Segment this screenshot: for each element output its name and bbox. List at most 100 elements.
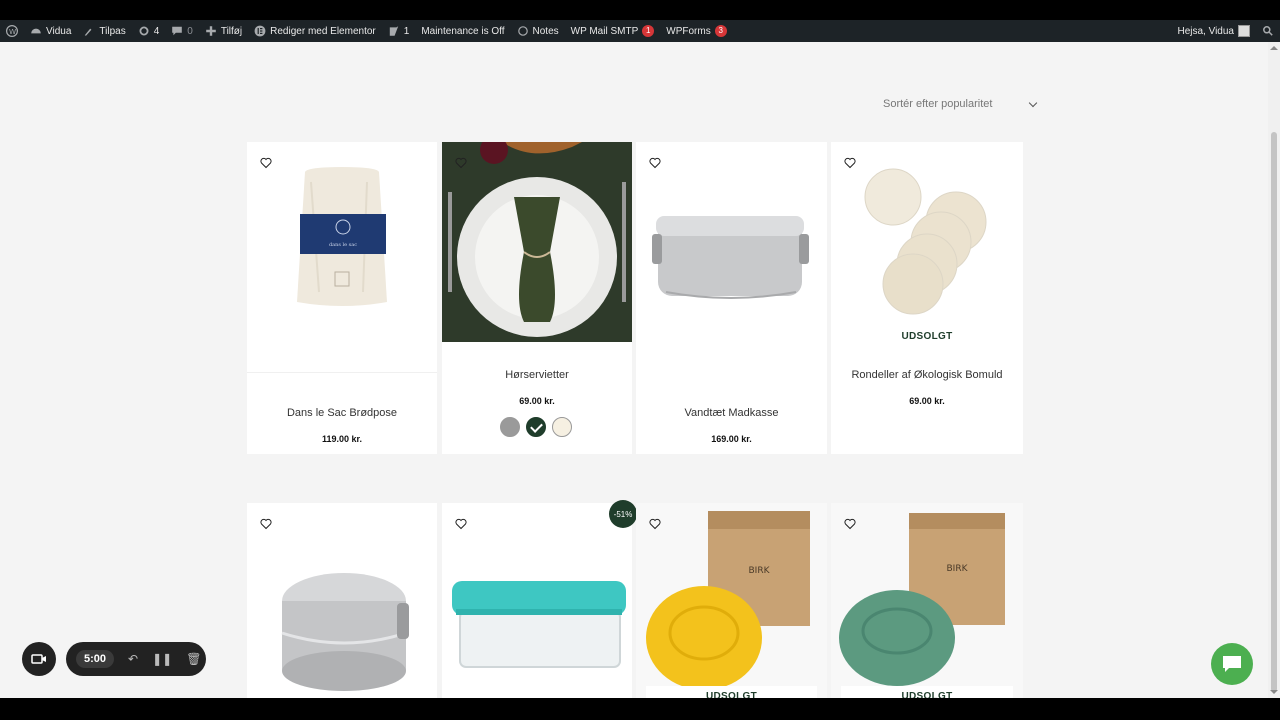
sort-dropdown[interactable]: Sortér efter popularitet <box>883 98 1038 110</box>
elementor-label: Rediger med Elementor <box>270 25 376 37</box>
notes-link[interactable]: Notes <box>511 20 565 42</box>
sort-label: Sortér efter popularitet <box>883 98 993 110</box>
product-price: 119.00 kr. <box>321 434 363 444</box>
avatar <box>1238 25 1250 37</box>
new-label: Tilføj <box>220 25 243 37</box>
site-name: Vidua <box>46 25 72 37</box>
scroll-down-arrow-icon[interactable] <box>1270 690 1278 694</box>
trash-icon[interactable]: 🗑 <box>186 652 201 666</box>
swatch-green-selected[interactable] <box>526 417 546 437</box>
maintenance-link[interactable]: Maintenance is Off <box>415 20 510 42</box>
plus-icon <box>206 26 216 36</box>
wishlist-heart-icon[interactable] <box>649 517 663 531</box>
smtp-badge: 1 <box>642 25 655 37</box>
yoast-count: 1 <box>403 25 410 37</box>
glass-container-image <box>442 503 632 698</box>
pause-icon[interactable]: ❚❚ <box>152 652 172 666</box>
sold-out-badge: UDSOLGT <box>841 686 1013 698</box>
dashboard-icon <box>31 28 41 34</box>
product-card-bread-bag[interactable]: dans le sac Dans le Sac Brødpose 119.00 … <box>247 142 437 454</box>
yoast-link[interactable]: 1 <box>382 20 416 42</box>
search-icon <box>1263 26 1273 36</box>
product-name[interactable]: Vandtæt Madkasse <box>636 407 827 419</box>
cotton-pads-image <box>831 142 1023 332</box>
undo-icon[interactable]: ↶ <box>128 652 138 666</box>
site-name-link[interactable]: Vidua <box>24 20 77 42</box>
shop-page: Sortér efter popularitet dans le sac Dan… <box>0 42 1268 698</box>
wpforms-link[interactable]: WPForms 3 <box>660 20 732 42</box>
updates-count: 4 <box>153 25 160 37</box>
product-name[interactable]: Hørservietter <box>442 369 632 381</box>
shampoo-bar-green-image: BIRK <box>831 503 1023 698</box>
recording-timer: 5:00 <box>76 650 115 668</box>
sold-out-badge: UDSOLGT <box>841 326 1013 348</box>
wpforms-badge: 3 <box>714 25 727 37</box>
comment-icon <box>172 26 183 36</box>
bread-bag-image: dans le sac <box>247 142 437 372</box>
wishlist-heart-icon[interactable] <box>455 156 469 170</box>
scroll-thumb[interactable] <box>1271 132 1277 692</box>
maintenance-label: Maintenance is Off <box>421 25 505 37</box>
product-card-cotton-pads[interactable]: UDSOLGT Rondeller af Økologisk Bomuld 69… <box>831 142 1023 454</box>
product-name[interactable]: Dans le Sac Brødpose <box>247 407 437 419</box>
notes-icon <box>517 26 528 36</box>
recording-controls: 5:00 ↶ ❚❚ 🗑 <box>66 642 206 676</box>
product-price: 69.00 kr. <box>909 396 945 406</box>
notes-label: Notes <box>532 25 559 37</box>
wishlist-heart-icon[interactable] <box>844 156 858 170</box>
recording-bottom-band <box>0 698 1280 720</box>
card-info-divider <box>247 372 437 373</box>
elementor-icon <box>254 25 266 37</box>
elementor-link[interactable]: Rediger med Elementor <box>248 20 382 42</box>
recording-top-band <box>0 0 1280 20</box>
bread-bag-logo-text: dans le sac <box>329 242 357 248</box>
chevron-down-icon <box>1029 98 1038 107</box>
page-scrollbar[interactable] <box>1268 42 1280 698</box>
product-card-shampoo-green[interactable]: BIRK UDSOLGT <box>831 503 1023 698</box>
chat-bubble-icon <box>1223 656 1241 672</box>
account-menu[interactable]: Hejsa, Vidua <box>1171 20 1256 42</box>
adminbar-search[interactable] <box>1256 20 1280 42</box>
product-card-lunchbox[interactable]: Vandtæt Madkasse 169.00 kr. <box>636 142 827 454</box>
product-price: 169.00 kr. <box>711 434 752 444</box>
product-card-shampoo-yellow[interactable]: BIRK UDSOLGT <box>636 503 827 698</box>
product-price: 69.00 kr. <box>519 396 555 406</box>
napkins-image <box>442 142 632 342</box>
product-card-round-lunchbox[interactable] <box>247 503 437 698</box>
color-swatches <box>500 417 572 437</box>
svg-text:W: W <box>9 27 16 36</box>
swatch-cream[interactable] <box>552 417 572 437</box>
wishlist-heart-icon[interactable] <box>260 517 274 531</box>
wordpress-logo[interactable]: W <box>0 20 24 42</box>
customize-link[interactable]: Tilpas <box>77 20 131 42</box>
wordpress-icon: W <box>6 25 18 37</box>
round-lunchbox-image <box>247 503 437 698</box>
wp-admin-bar: W Vidua Tilpas 4 0 Tilføj Rediger med El… <box>0 20 1280 42</box>
smtp-label: WP Mail SMTP <box>570 25 639 37</box>
comments-count: 0 <box>187 25 193 37</box>
smtp-link[interactable]: WP Mail SMTP 1 <box>565 20 661 42</box>
product-card-glass-container[interactable]: -51% <box>442 500 637 698</box>
wishlist-heart-icon[interactable] <box>844 517 858 531</box>
video-camera-icon <box>31 654 46 664</box>
greeting: Hejsa, Vidua <box>1177 25 1234 37</box>
wishlist-heart-icon[interactable] <box>455 517 469 531</box>
product-name[interactable]: Rondeller af Økologisk Bomuld <box>831 369 1023 381</box>
yoast-icon <box>389 26 398 36</box>
updates-link[interactable]: 4 <box>132 20 166 42</box>
discount-badge: -51% <box>609 500 637 528</box>
scroll-up-arrow-icon[interactable] <box>1270 46 1278 50</box>
comments-link[interactable]: 0 <box>165 20 199 42</box>
sold-out-badge: UDSOLGT <box>646 686 817 698</box>
brush-icon <box>85 28 92 36</box>
new-content-link[interactable]: Tilføj <box>199 20 248 42</box>
birk-logo-text: BIRK <box>947 564 969 574</box>
camera-toggle-button[interactable] <box>22 642 56 676</box>
wishlist-heart-icon[interactable] <box>260 156 274 170</box>
lunchbox-image <box>636 142 827 372</box>
wishlist-heart-icon[interactable] <box>649 156 663 170</box>
chat-button[interactable] <box>1211 643 1253 685</box>
wpforms-label: WPForms <box>666 25 711 37</box>
swatch-grey[interactable] <box>500 417 520 437</box>
product-card-napkins[interactable]: Hørservietter 69.00 kr. <box>442 142 632 454</box>
